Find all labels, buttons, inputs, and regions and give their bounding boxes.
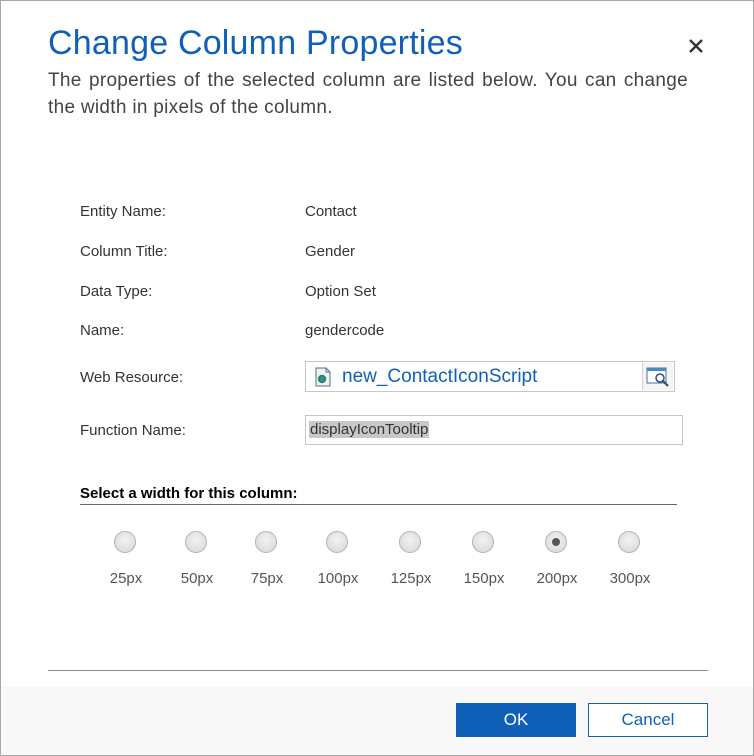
dialog-title: Change Column Properties [48,24,463,62]
footer-divider [48,670,708,671]
radio-label: 50px [180,570,214,587]
radio-button[interactable] [472,531,494,553]
width-option-75px[interactable]: 75px [237,531,297,601]
function-name-label: Function Name: [80,422,186,439]
radio-button[interactable] [114,531,136,553]
column-title-label: Column Title: [80,243,168,260]
radio-label: 25px [109,570,143,587]
ok-button[interactable]: OK [456,703,576,737]
close-button[interactable] [683,33,709,59]
width-section-divider [80,504,677,505]
web-resource-link[interactable]: new_ContactIconScript [342,366,537,388]
radio-label: 150px [463,570,505,587]
column-title-value: Gender [305,243,356,260]
web-resource-lookup[interactable]: new_ContactIconScript [305,361,675,392]
data-type-value: Option Set [305,283,376,300]
entity-name-label: Entity Name: [80,203,166,220]
width-option-50px[interactable]: 50px [167,531,227,601]
radio-label: 100px [317,570,359,587]
radio-button[interactable] [399,531,421,553]
function-name-value: displayIconTooltip [309,421,430,438]
radio-label: 300px [609,570,651,587]
entity-name-value: Contact [305,203,357,220]
radio-label: 75px [250,570,284,587]
radio-button[interactable] [326,531,348,553]
function-name-input[interactable]: displayIconTooltip [305,415,683,445]
dialog-description: The properties of the selected column ar… [48,70,688,118]
lookup-search-icon [646,367,669,387]
width-section-heading: Select a width for this column: [80,485,298,502]
radio-label: 200px [536,570,578,587]
radio-button[interactable] [618,531,640,553]
width-option-100px[interactable]: 100px [308,531,368,601]
width-option-300px[interactable]: 300px [600,531,660,601]
radio-selected-dot [552,538,560,546]
data-type-label: Data Type: [80,283,153,300]
lookup-button[interactable] [642,363,673,390]
width-option-125px[interactable]: 125px [381,531,441,601]
web-resource-label: Web Resource: [80,369,184,386]
width-option-200px[interactable]: 200px [527,531,587,601]
name-label: Name: [80,322,125,339]
change-column-properties-dialog: Change Column Properties The properties … [0,0,754,756]
script-document-icon [315,367,331,387]
width-option-150px[interactable]: 150px [454,531,514,601]
radio-button-selected[interactable] [545,531,567,553]
close-icon [689,39,703,53]
radio-button[interactable] [255,531,277,553]
name-value: gendercode [305,322,385,339]
radio-button[interactable] [185,531,207,553]
radio-label: 125px [390,570,432,587]
cancel-button[interactable]: Cancel [588,703,708,737]
width-option-25px[interactable]: 25px [96,531,156,601]
